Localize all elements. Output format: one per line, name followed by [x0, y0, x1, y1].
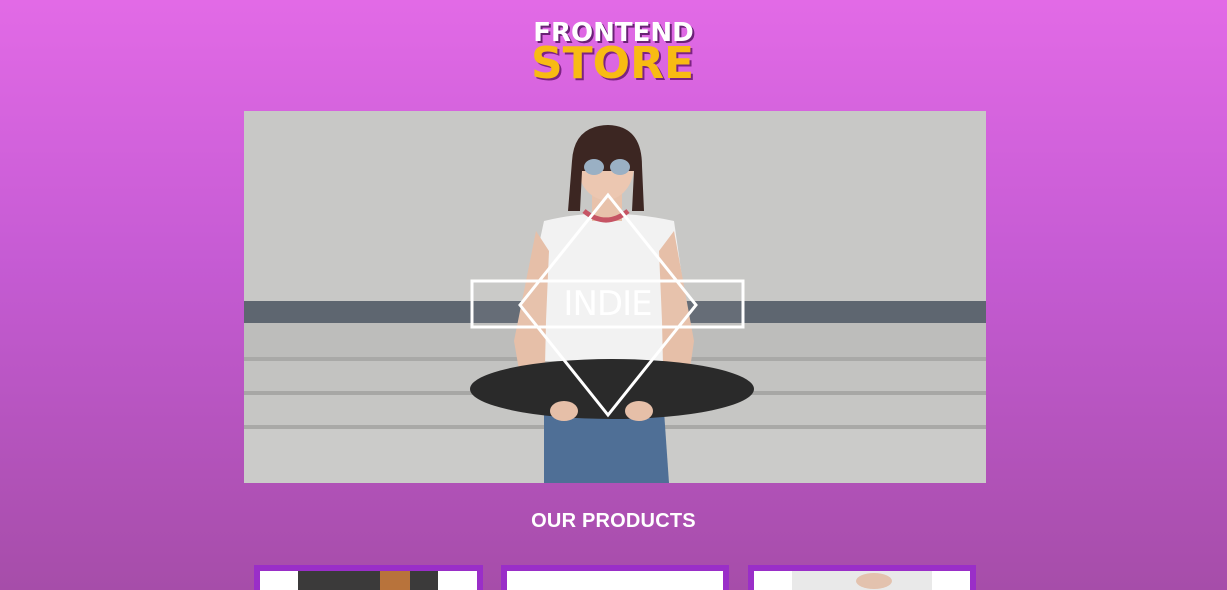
product-photo-icon	[260, 571, 477, 590]
logo-text-store: STORE	[530, 38, 695, 89]
product-card[interactable]	[254, 565, 483, 590]
hero-banner: INDIE	[244, 111, 986, 483]
products-section-title: OUR PRODUCTS	[531, 510, 696, 532]
product-card[interactable]	[501, 565, 729, 590]
logo-text-frontend: FRONTEND	[533, 18, 694, 48]
product-photo-icon	[507, 571, 723, 590]
hero-badge-text: INDIE	[563, 284, 652, 324]
store-logo[interactable]: FRONTEND STORE	[0, 18, 1227, 89]
product-photo-icon	[754, 571, 970, 590]
product-card[interactable]	[748, 565, 976, 590]
